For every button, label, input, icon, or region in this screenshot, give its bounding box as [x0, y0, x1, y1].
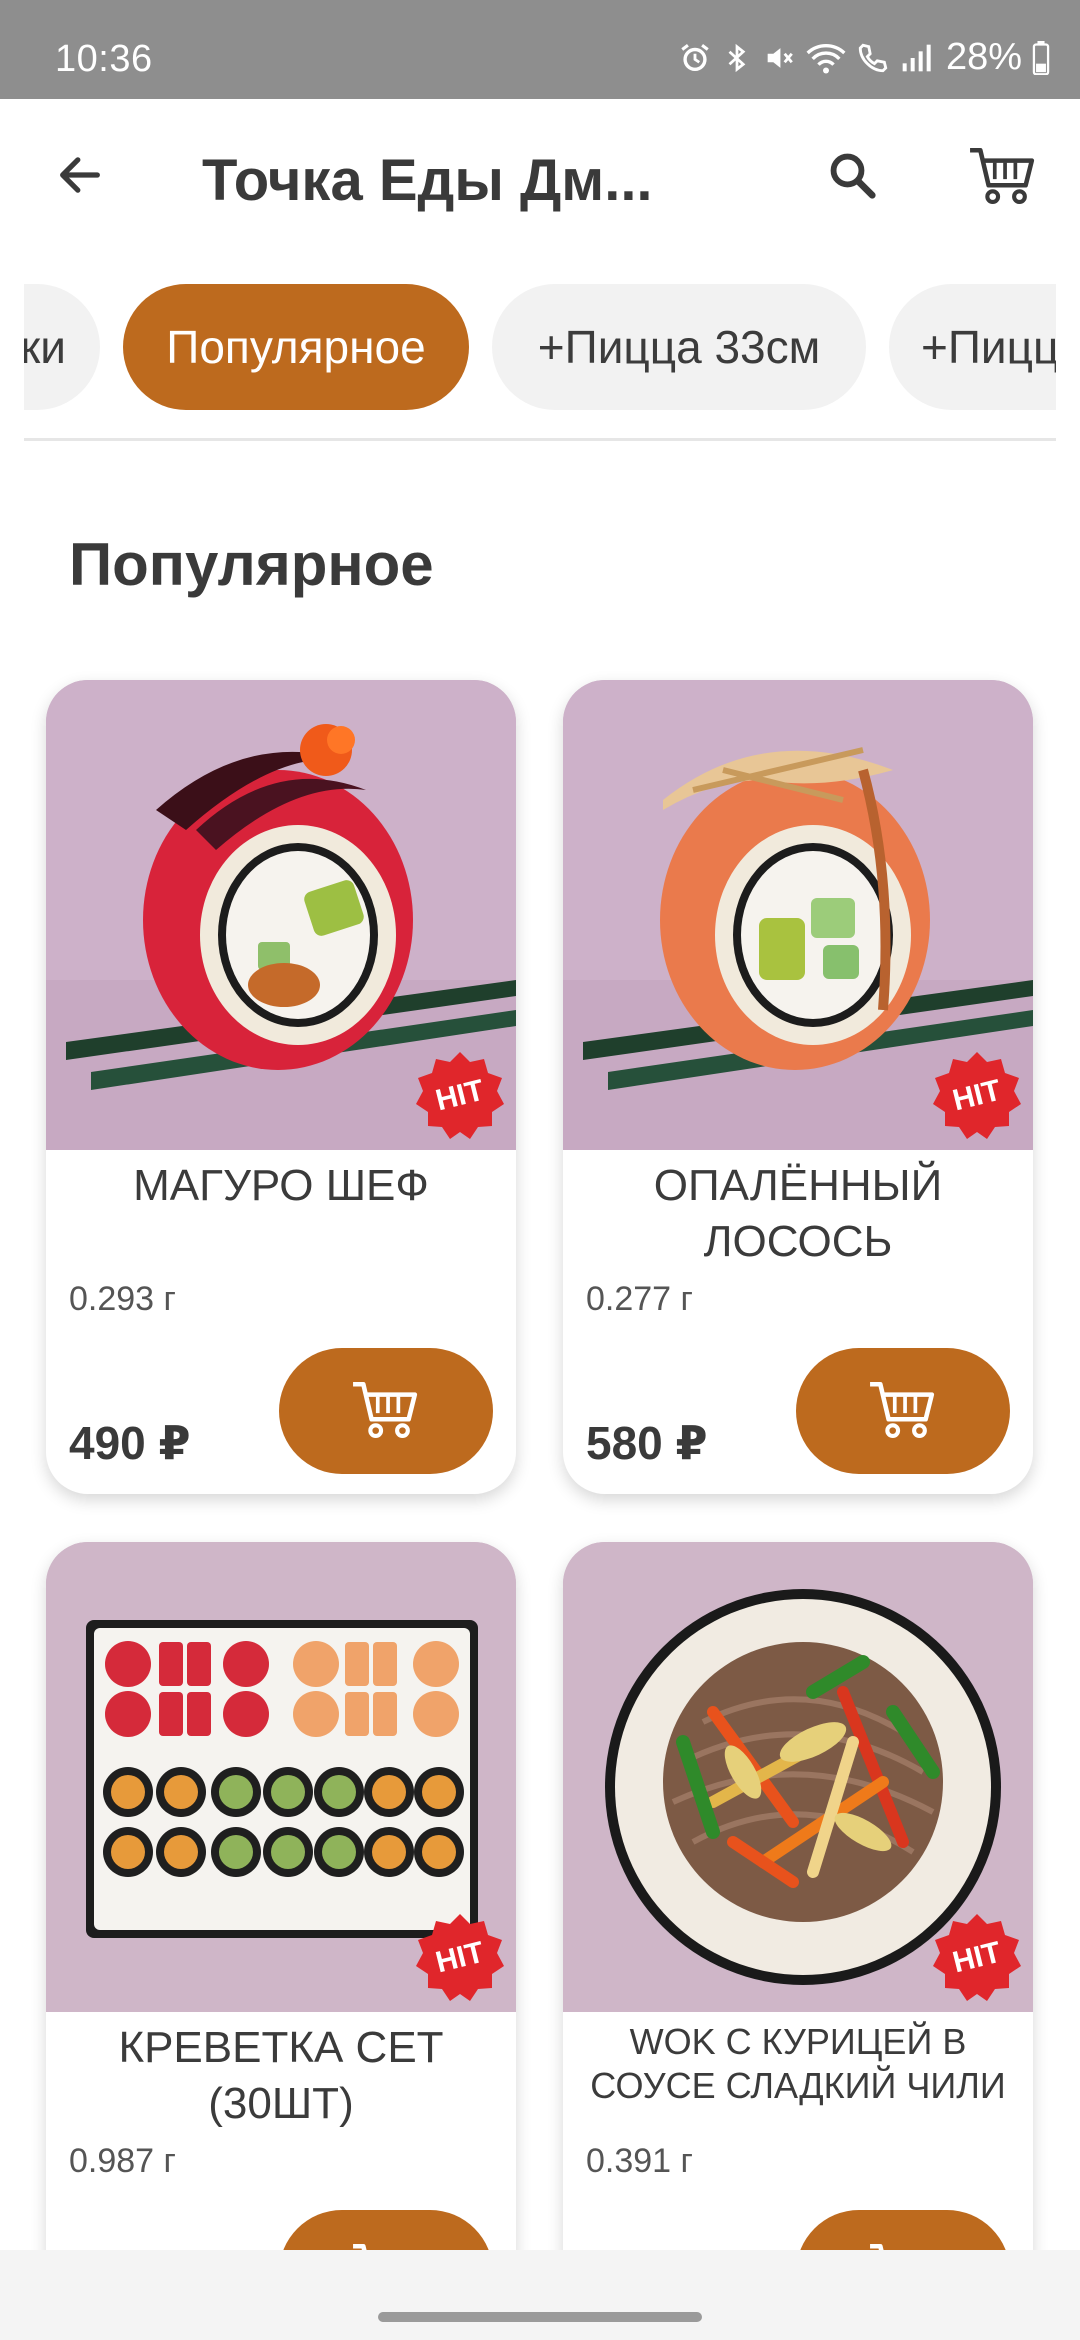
- product-name: МАГУРО ШЕФ: [133, 1161, 429, 1210]
- product-image: HIT: [46, 680, 516, 1150]
- hit-badge: HIT: [931, 1050, 1023, 1142]
- cart-icon: [868, 1378, 938, 1445]
- product-name: КРЕВЕТКА СЕТ (30шт): [118, 2023, 444, 2128]
- cart-icon: [351, 1378, 421, 1445]
- cart-icon: [968, 144, 1038, 211]
- home-indicator[interactable]: [378, 2312, 702, 2322]
- search-icon: [825, 148, 879, 207]
- category-tabs: ки Популярное +Пицца 33см +Пицц: [24, 284, 1056, 412]
- navigation-bar: [0, 2250, 1080, 2340]
- product-weight: 0.987 г: [69, 2142, 176, 2180]
- alarm-icon: [678, 41, 712, 75]
- bluetooth-icon: [722, 41, 752, 75]
- back-button[interactable]: [40, 137, 120, 217]
- product-name: ОПАЛЁННЫЙ ЛОСОСЬ: [653, 1161, 943, 1266]
- mute-icon: [762, 41, 796, 75]
- product-image: HIT: [46, 1542, 516, 2012]
- call-icon: [856, 41, 890, 75]
- product-image: HIT: [563, 1542, 1033, 2012]
- wifi-icon: [806, 41, 846, 75]
- tab-popular[interactable]: Популярное: [123, 284, 469, 410]
- battery-level: 28%: [945, 36, 1022, 78]
- tabs-divider: [24, 438, 1056, 441]
- tab-pizza-33[interactable]: +Пицца 33см: [492, 284, 866, 410]
- product-weight: 0.293 г: [69, 1280, 176, 1318]
- product-price: 490 ₽: [69, 1417, 191, 1469]
- section-title: Популярное: [69, 531, 434, 598]
- add-to-cart-button[interactable]: [279, 1348, 493, 1474]
- cart-button[interactable]: [958, 137, 1048, 217]
- hit-badge: HIT: [414, 1912, 506, 2004]
- arrow-back-icon: [54, 149, 106, 206]
- product-name: WOK С КУРИЦЕЙ В СОУСЕ СЛАДКИЙ ЧИЛИ: [590, 2021, 1006, 2106]
- status-time: 10:36: [55, 38, 153, 80]
- product-card[interactable]: HIT ОПАЛЁННЫЙ ЛОСОСЬ 0.277 г 580 ₽: [563, 680, 1033, 1494]
- product-card[interactable]: HIT КРЕВЕТКА СЕТ (30шт) 0.987 г: [46, 1542, 516, 2302]
- product-price: 580 ₽: [586, 1417, 708, 1469]
- app-bar: Точка Еды Дм...: [0, 99, 1080, 259]
- battery-icon: [1032, 40, 1050, 75]
- product-image: HIT: [563, 680, 1033, 1150]
- status-icons: 28%: [678, 36, 1050, 79]
- status-bar: 10:36 28%: [0, 0, 1080, 99]
- page-title: Точка Еды Дм...: [202, 148, 653, 213]
- product-weight: 0.391 г: [586, 2142, 693, 2180]
- product-card[interactable]: HIT МАГУРО ШЕФ 0.293 г 490 ₽: [46, 680, 516, 1494]
- product-card[interactable]: HIT WOK С КУРИЦЕЙ В СОУСЕ СЛАДКИЙ ЧИЛИ 0…: [563, 1542, 1033, 2302]
- tab-prev[interactable]: ки: [24, 284, 100, 410]
- add-to-cart-button[interactable]: [796, 1348, 1010, 1474]
- search-button[interactable]: [812, 137, 892, 217]
- signal-icon: [900, 41, 932, 75]
- product-weight: 0.277 г: [586, 1280, 693, 1318]
- hit-badge: HIT: [414, 1050, 506, 1142]
- hit-badge: HIT: [931, 1912, 1023, 2004]
- tab-pizza-next[interactable]: +Пицц: [889, 284, 1056, 410]
